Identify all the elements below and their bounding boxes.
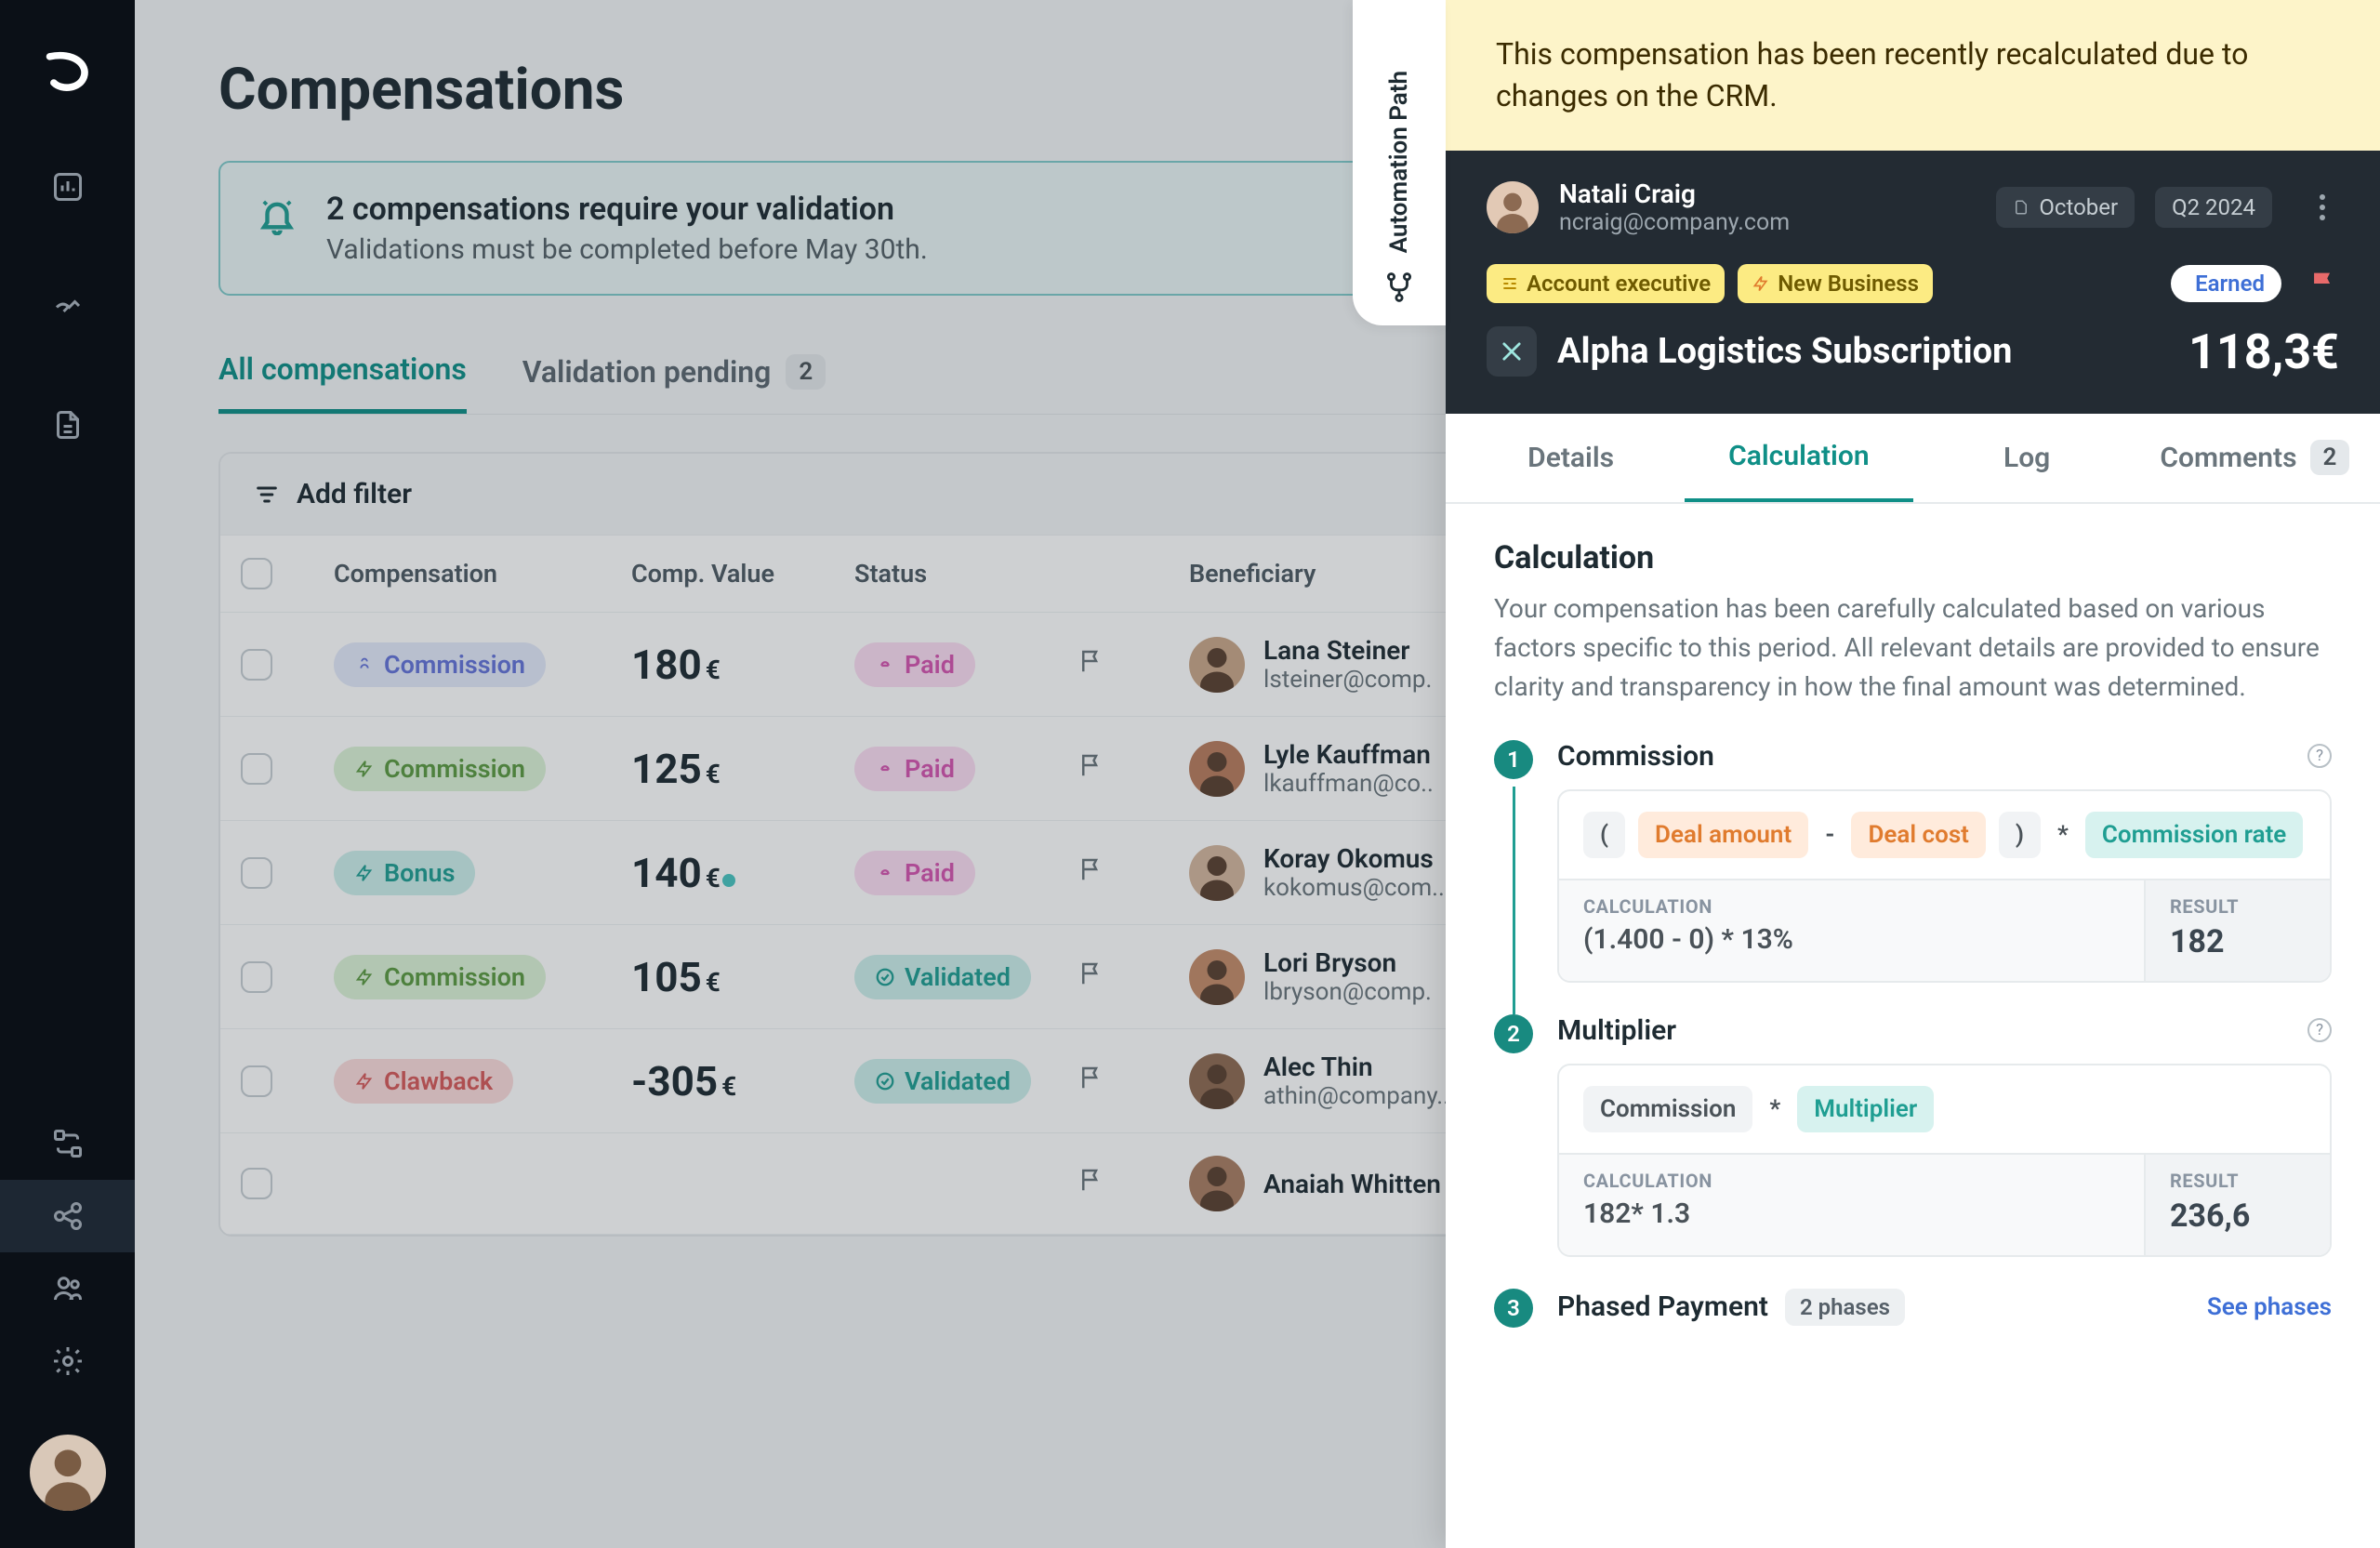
nav-settings[interactable]: [0, 1325, 135, 1397]
beneficiary-email: ncraig@company.com: [1559, 209, 1790, 236]
business-tag: New Business: [1738, 264, 1933, 303]
calculation-step-3: 3 Phased Payment 2 phases See phases: [1494, 1289, 2332, 1343]
recalculated-banner: This compensation has been recently reca…: [1446, 0, 2380, 151]
calculation-heading: Calculation: [1494, 539, 2332, 576]
deal-title: Alpha Logistics Subscription: [1557, 331, 2168, 372]
nav-flow[interactable]: [0, 1107, 135, 1180]
calculation-expression: 182* 1.3: [1583, 1197, 2120, 1230]
panel-header: Natali Craig ncraig@company.com October …: [1446, 151, 2380, 414]
formula-token: (: [1583, 812, 1625, 858]
app-logo: [44, 46, 92, 95]
automation-path-tab[interactable]: Automation Path: [1353, 0, 1446, 325]
step-title: Multiplier: [1557, 1014, 1676, 1047]
formula-token: Deal cost: [1851, 812, 1985, 858]
deal-icon: [1487, 326, 1537, 377]
step-formula-box: Commission*MultiplierCALCULATION182* 1.3…: [1557, 1064, 2332, 1257]
calculation-result: 182: [2170, 923, 2306, 960]
flag-icon[interactable]: [2307, 268, 2339, 299]
earned-tag: Earned: [2171, 265, 2281, 302]
deal-amount: 118,3€: [2188, 324, 2339, 380]
branch-icon: [1383, 271, 1415, 303]
see-phases-link[interactable]: See phases: [2207, 1293, 2332, 1321]
formula-token: ): [1999, 812, 2041, 858]
step-formula-box: (Deal amount-Deal cost)*Commission rateC…: [1557, 789, 2332, 983]
more-menu[interactable]: [2306, 191, 2339, 224]
nav-deals[interactable]: [51, 270, 85, 342]
tab-log[interactable]: Log: [1913, 414, 2141, 502]
tab-comments[interactable]: Comments2: [2141, 414, 2369, 502]
role-tag: Account executive: [1487, 264, 1725, 303]
nav-compensations[interactable]: [0, 1180, 135, 1252]
sidebar: [0, 0, 135, 1548]
step-number: 3: [1494, 1289, 1533, 1328]
formula-token: Deal amount: [1638, 812, 1808, 858]
calculation-expression: (1.400 - 0) * 13%: [1583, 923, 2120, 956]
formula-token: Commission rate: [2085, 812, 2303, 858]
beneficiary-name: Natali Craig: [1559, 179, 1790, 209]
panel-body: Calculation Your compensation has been c…: [1446, 504, 2380, 1548]
step-number: 2: [1494, 1014, 1533, 1053]
tab-details[interactable]: Details: [1457, 414, 1685, 502]
calculation-result: 236,6: [2170, 1197, 2306, 1235]
phases-chip: 2 phases: [1785, 1289, 1905, 1326]
step-title: Phased Payment: [1557, 1290, 1768, 1323]
month-chip[interactable]: October: [1996, 187, 2135, 228]
step-title: Commission: [1557, 740, 1714, 773]
info-icon[interactable]: ?: [2307, 1018, 2332, 1042]
nav-dashboard[interactable]: [51, 151, 85, 223]
tab-calculation[interactable]: Calculation: [1685, 414, 1912, 502]
nav-team[interactable]: [0, 1252, 135, 1325]
step-number: 1: [1494, 740, 1533, 779]
formula-token: Commission: [1583, 1086, 1752, 1132]
user-avatar[interactable]: [30, 1435, 106, 1511]
formula-token: Multiplier: [1797, 1086, 1934, 1132]
detail-panel: This compensation has been recently reca…: [1446, 0, 2380, 1548]
info-icon[interactable]: ?: [2307, 744, 2332, 768]
panel-tabs: Details Calculation Log Comments2: [1446, 414, 2380, 504]
nav-documents[interactable]: [51, 389, 85, 461]
quarter-chip[interactable]: Q2 2024: [2155, 187, 2272, 228]
calculation-step-2: 2 Multiplier? Commission*MultiplierCALCULA…: [1494, 1014, 2332, 1257]
calculation-step-1: 1Commission?(Deal amount-Deal cost)*Comm…: [1494, 740, 2332, 983]
calculation-description: Your compensation has been carefully cal…: [1494, 589, 2332, 707]
beneficiary-avatar: [1487, 181, 1539, 233]
